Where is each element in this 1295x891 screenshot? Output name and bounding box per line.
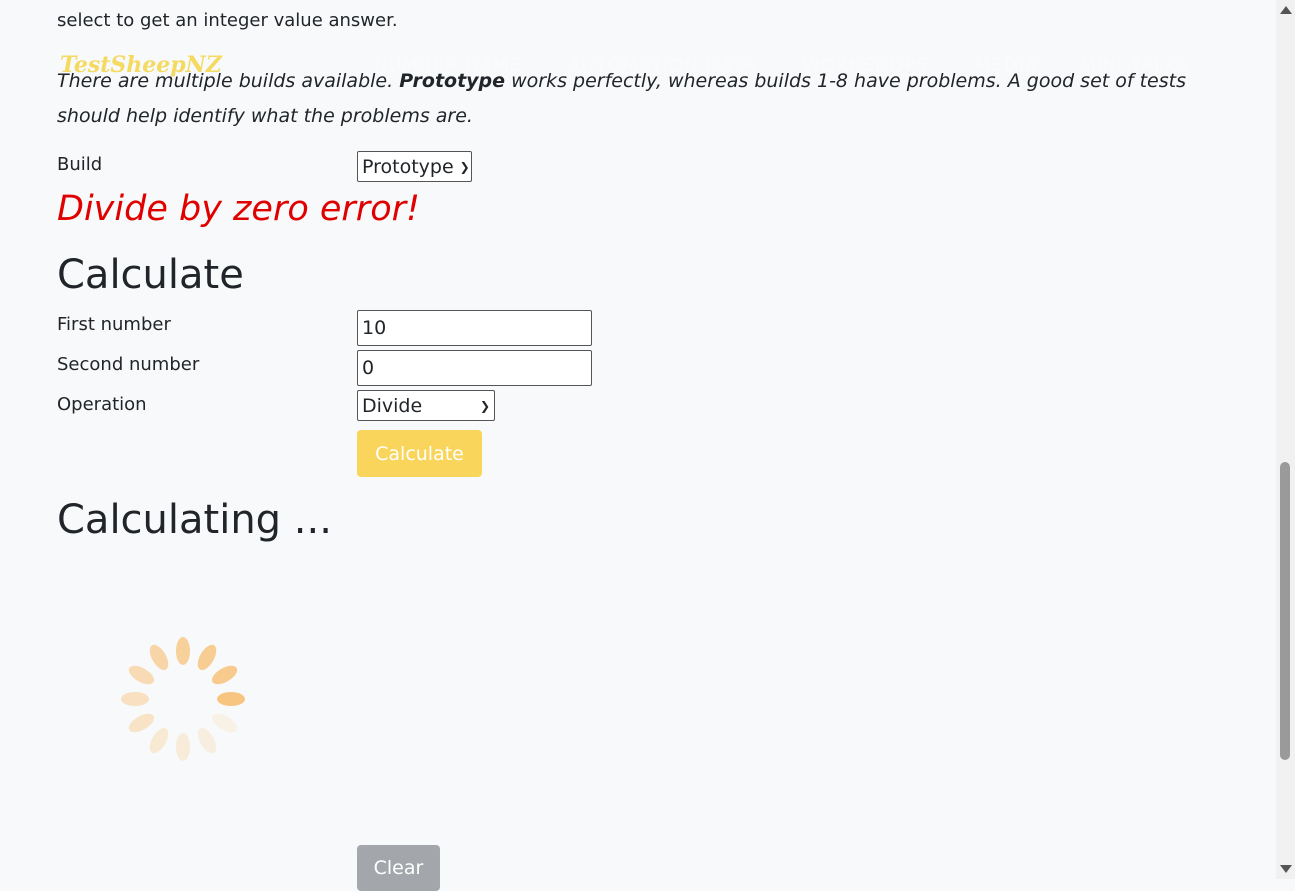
calculating-heading: Calculating ... <box>57 497 332 543</box>
second-number-label: Second number <box>57 354 200 375</box>
first-number-label: First number <box>57 314 171 335</box>
operation-label: Operation <box>57 394 147 415</box>
build-select-value: Prototype <box>362 155 454 178</box>
scroll-down-arrow-icon[interactable] <box>1280 865 1292 873</box>
scroll-up-arrow-icon[interactable] <box>1280 6 1292 14</box>
vertical-scrollbar[interactable] <box>1276 0 1295 879</box>
calculate-heading: Calculate <box>57 252 244 298</box>
error-message: Divide by zero error! <box>57 189 421 229</box>
loading-spinner-icon <box>121 637 245 761</box>
builds-description: There are multiple builds available. Pro… <box>57 64 1187 134</box>
chevron-down-icon: ❯ <box>479 398 490 413</box>
builds-description-start: There are multiple builds available. <box>57 70 400 92</box>
chevron-down-icon: ❯ <box>459 159 470 174</box>
clear-button[interactable]: Clear <box>357 845 440 891</box>
operation-select-value: Divide <box>362 394 423 417</box>
first-number-input[interactable]: 10 <box>357 310 592 346</box>
operation-select[interactable]: Divide ❯ <box>357 390 495 421</box>
build-label: Build <box>57 154 103 175</box>
scrollbar-thumb[interactable] <box>1280 462 1290 760</box>
calculate-button[interactable]: Calculate <box>357 430 482 477</box>
build-select[interactable]: Prototype ❯ <box>357 151 472 182</box>
intro-text: select to get an integer value answer. <box>57 10 398 31</box>
second-number-input[interactable]: 0 <box>357 350 592 386</box>
prototype-emphasis: Prototype <box>399 70 506 92</box>
